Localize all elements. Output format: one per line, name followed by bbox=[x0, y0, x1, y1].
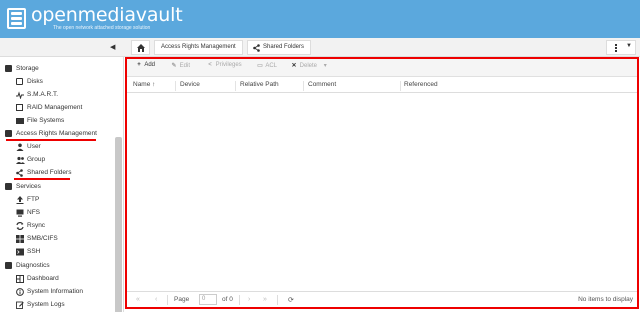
sidebar-item-filesystems[interactable]: File Systems bbox=[16, 116, 116, 129]
upload-icon bbox=[16, 196, 24, 204]
kebab-menu-icon bbox=[615, 44, 617, 53]
sidebar-item-system-logs[interactable]: System Logs bbox=[16, 300, 116, 312]
home-icon bbox=[137, 44, 145, 52]
sidebar-section-storage[interactable]: Storage bbox=[5, 64, 115, 77]
dashboard-icon bbox=[16, 275, 24, 283]
section-label: Services bbox=[16, 183, 41, 190]
brand-title: openmediavault bbox=[31, 4, 183, 26]
item-label: Rsync bbox=[27, 222, 46, 229]
share-icon bbox=[16, 169, 24, 177]
item-label: System Logs bbox=[27, 301, 65, 308]
sidebar-item-group[interactable]: Group bbox=[16, 155, 116, 168]
sidebar-section-diagnostics[interactable]: Diagnostics bbox=[5, 261, 115, 274]
sidebar-item-nfs[interactable]: NFS bbox=[16, 208, 116, 221]
breadcrumb-label: Shared Folders bbox=[263, 44, 305, 50]
caret-down-icon: ▼ bbox=[626, 43, 632, 49]
omv-logo-icon bbox=[7, 8, 26, 29]
actions-menu-button[interactable]: ▼ bbox=[606, 40, 636, 55]
item-label: Shared Folders bbox=[27, 169, 72, 176]
item-label: Disks bbox=[27, 78, 43, 85]
sidebar-scrollbar[interactable] bbox=[115, 137, 122, 312]
access-rights-icon bbox=[5, 130, 12, 137]
brand-subtitle: The open network attached storage soluti… bbox=[53, 25, 151, 31]
collapse-sidebar-button[interactable]: ◀ bbox=[110, 43, 115, 51]
sidebar-item-disks[interactable]: Disks bbox=[16, 77, 116, 90]
item-label: Dashboard bbox=[27, 275, 59, 282]
terminal-icon bbox=[16, 248, 24, 256]
sidebar-item-ftp[interactable]: FTP bbox=[16, 195, 116, 208]
item-label: SMB/CIFS bbox=[27, 235, 58, 242]
group-icon bbox=[16, 156, 25, 164]
item-label: RAID Management bbox=[27, 104, 83, 111]
navigation-bar: ◀ Access Rights Management Shared Folder… bbox=[0, 38, 640, 57]
item-label: System Information bbox=[27, 288, 83, 295]
diagnostics-icon bbox=[5, 262, 12, 269]
breadcrumb-access-rights[interactable]: Access Rights Management bbox=[154, 40, 243, 55]
section-label: Diagnostics bbox=[16, 262, 50, 269]
server-icon bbox=[16, 209, 24, 217]
folder-icon bbox=[16, 118, 24, 124]
breadcrumb-shared-folders[interactable]: Shared Folders bbox=[247, 40, 312, 55]
sidebar-item-dashboard[interactable]: Dashboard bbox=[16, 274, 116, 287]
share-icon bbox=[253, 44, 260, 52]
user-icon bbox=[16, 143, 24, 151]
windows-icon bbox=[16, 235, 24, 243]
annotation-underline bbox=[14, 178, 70, 180]
sync-icon bbox=[16, 221, 24, 231]
sidebar-section-services[interactable]: Services bbox=[5, 182, 115, 195]
pulse-icon bbox=[16, 91, 24, 100]
section-label: Access Rights Management bbox=[16, 130, 97, 137]
app-header: openmediavault The open network attached… bbox=[0, 0, 640, 38]
item-label: SSH bbox=[27, 248, 41, 255]
sidebar-item-system-info[interactable]: System Information bbox=[16, 287, 116, 300]
item-label: Group bbox=[27, 156, 46, 163]
sidebar-item-rsync[interactable]: Rsync bbox=[16, 221, 116, 234]
annotation-underline bbox=[6, 139, 96, 141]
info-icon bbox=[16, 288, 24, 296]
item-label: NFS bbox=[27, 209, 40, 216]
edit-log-icon bbox=[16, 301, 24, 309]
item-label: S.M.A.R.T. bbox=[27, 91, 59, 98]
item-label: User bbox=[27, 143, 41, 150]
sidebar-item-user[interactable]: User bbox=[16, 142, 116, 155]
home-button[interactable] bbox=[131, 40, 150, 55]
storage-icon bbox=[5, 65, 12, 72]
annotation-highlight-box bbox=[125, 57, 639, 309]
services-icon bbox=[5, 183, 12, 190]
sidebar-item-ssh[interactable]: SSH bbox=[16, 247, 116, 260]
raid-icon bbox=[16, 104, 23, 111]
item-label: File Systems bbox=[27, 117, 65, 124]
item-label: FTP bbox=[27, 196, 40, 203]
sidebar-item-smart[interactable]: S.M.A.R.T. bbox=[16, 90, 116, 103]
section-label: Storage bbox=[16, 65, 39, 72]
sidebar-item-smb[interactable]: SMB/CIFS bbox=[16, 234, 116, 247]
disk-icon bbox=[16, 78, 23, 85]
sidebar-item-raid[interactable]: RAID Management bbox=[16, 103, 116, 116]
